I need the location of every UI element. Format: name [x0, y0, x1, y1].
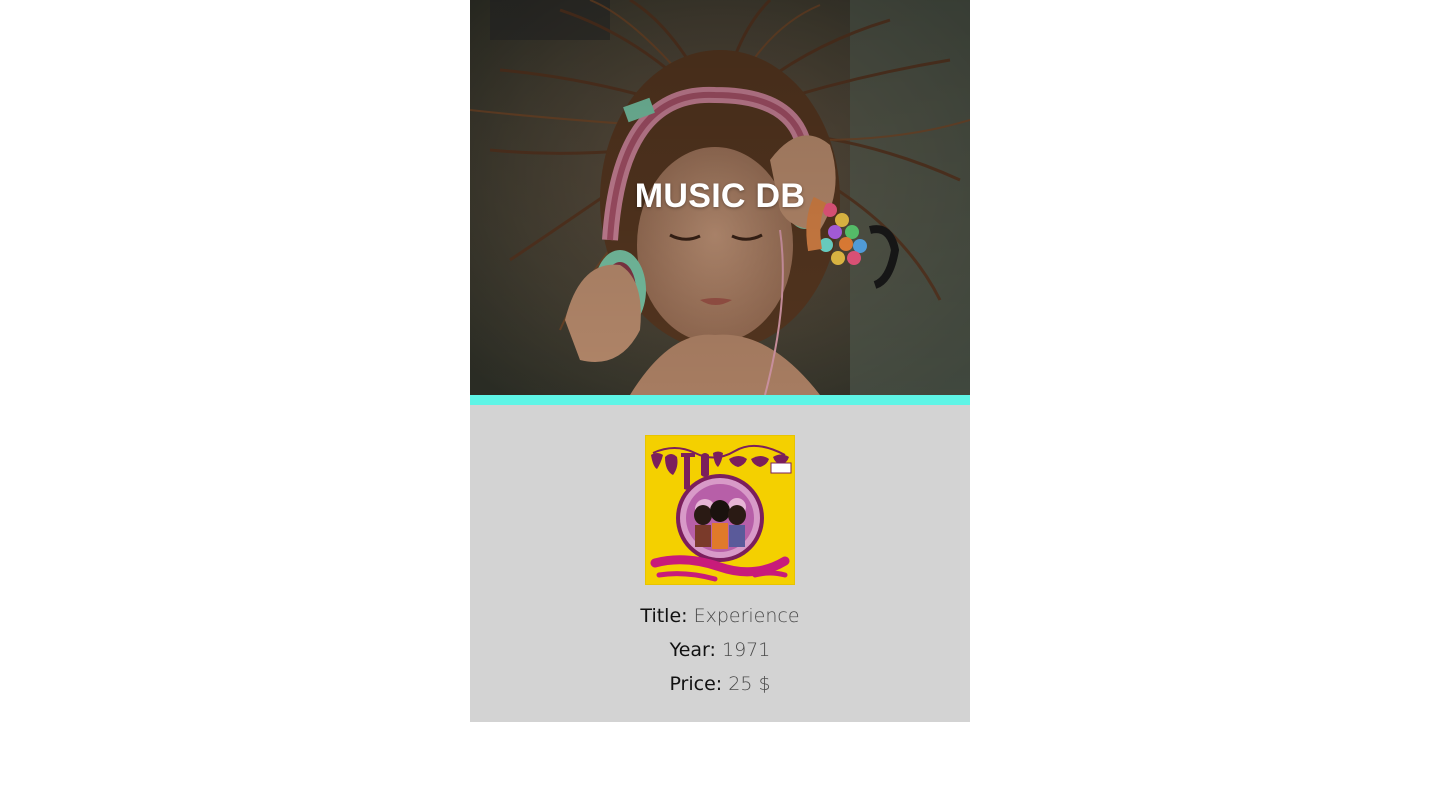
album-price-value: 25 $: [728, 673, 771, 695]
album-year-row: Year: 1971: [470, 633, 970, 667]
album-title-label: Title:: [640, 605, 694, 627]
album-title-row: Title: Experience: [470, 599, 970, 633]
album-price-row: Price: 25 $: [470, 667, 970, 701]
album-cover-art-icon: [645, 435, 795, 585]
album-cover-image[interactable]: [645, 435, 795, 585]
header-banner: MUSIC DB: [470, 0, 970, 395]
album-details: Title: Experience Year: 1971 Price: 25 $: [470, 599, 970, 701]
page-title: MUSIC DB: [634, 177, 806, 215]
album-year-label: Year:: [669, 639, 722, 661]
accent-divider: [470, 395, 970, 405]
album-title-value: Experience: [693, 605, 800, 627]
album-card: Title: Experience Year: 1971 Price: 25 $: [470, 405, 970, 722]
app-container: MUSIC DB Title: Experience Year: 1971 Pr…: [470, 0, 970, 722]
album-price-label: Price:: [669, 673, 729, 695]
album-year-value: 1971: [721, 639, 771, 661]
